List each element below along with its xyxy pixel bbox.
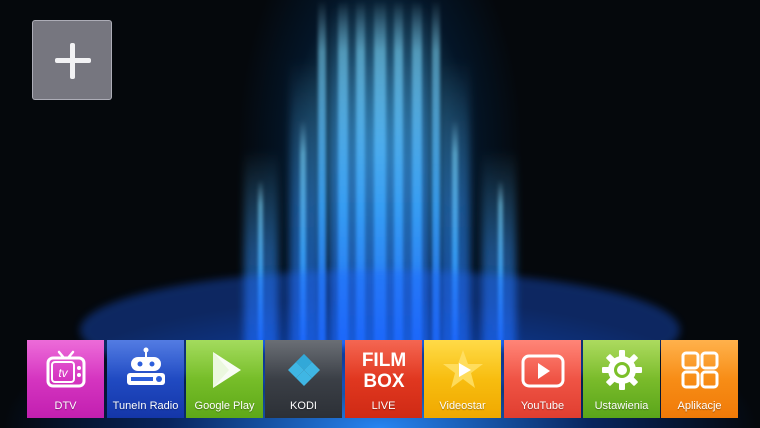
home-screen: tv DTV TuneIn Radio Google Play KODI FIL… [0, 0, 760, 428]
tv-icon: tv [27, 346, 104, 396]
app-label-ustawienia: Ustawienia [594, 400, 649, 412]
play-triangle-icon [186, 346, 263, 396]
app-tile-filmbox-live[interactable]: FILM BOX LIVE [345, 340, 422, 418]
app-label-filmbox-live: LIVE [371, 400, 396, 412]
app-dock: tv DTV TuneIn Radio Google Play KODI FIL… [27, 340, 738, 418]
kodi-logo-icon [265, 346, 342, 396]
youtube-play-icon [504, 346, 581, 396]
app-tile-kodi[interactable]: KODI [265, 340, 342, 418]
gear-icon [583, 346, 660, 396]
app-tile-google-play[interactable]: Google Play [186, 340, 263, 418]
star-play-icon [424, 346, 501, 396]
app-tile-tunein-radio[interactable]: TuneIn Radio [107, 340, 184, 418]
app-tile-aplikacje[interactable]: Aplikacje [661, 340, 738, 418]
svg-text:tv: tv [58, 366, 68, 380]
add-shortcut-button[interactable] [32, 20, 112, 100]
filmbox-logo-icon: FILM BOX [345, 346, 422, 396]
svg-text:BOX: BOX [363, 371, 405, 392]
app-tile-dtv[interactable]: tv DTV [27, 340, 104, 418]
app-label-tunein-radio: TuneIn Radio [112, 400, 179, 412]
app-label-dtv: DTV [54, 400, 77, 412]
radio-robot-icon [107, 346, 184, 396]
app-tile-ustawienia[interactable]: Ustawienia [583, 340, 660, 418]
app-label-kodi: KODI [290, 400, 317, 412]
app-label-aplikacje: Aplikacje [677, 400, 722, 412]
svg-text:FILM: FILM [361, 350, 405, 371]
app-tile-youtube[interactable]: YouTube [504, 340, 581, 418]
app-label-videostar: Videostar [439, 400, 486, 412]
apps-grid-icon [661, 346, 738, 396]
app-tile-videostar[interactable]: Videostar [424, 340, 501, 418]
app-label-youtube: YouTube [520, 400, 565, 412]
app-label-google-play: Google Play [194, 400, 255, 412]
